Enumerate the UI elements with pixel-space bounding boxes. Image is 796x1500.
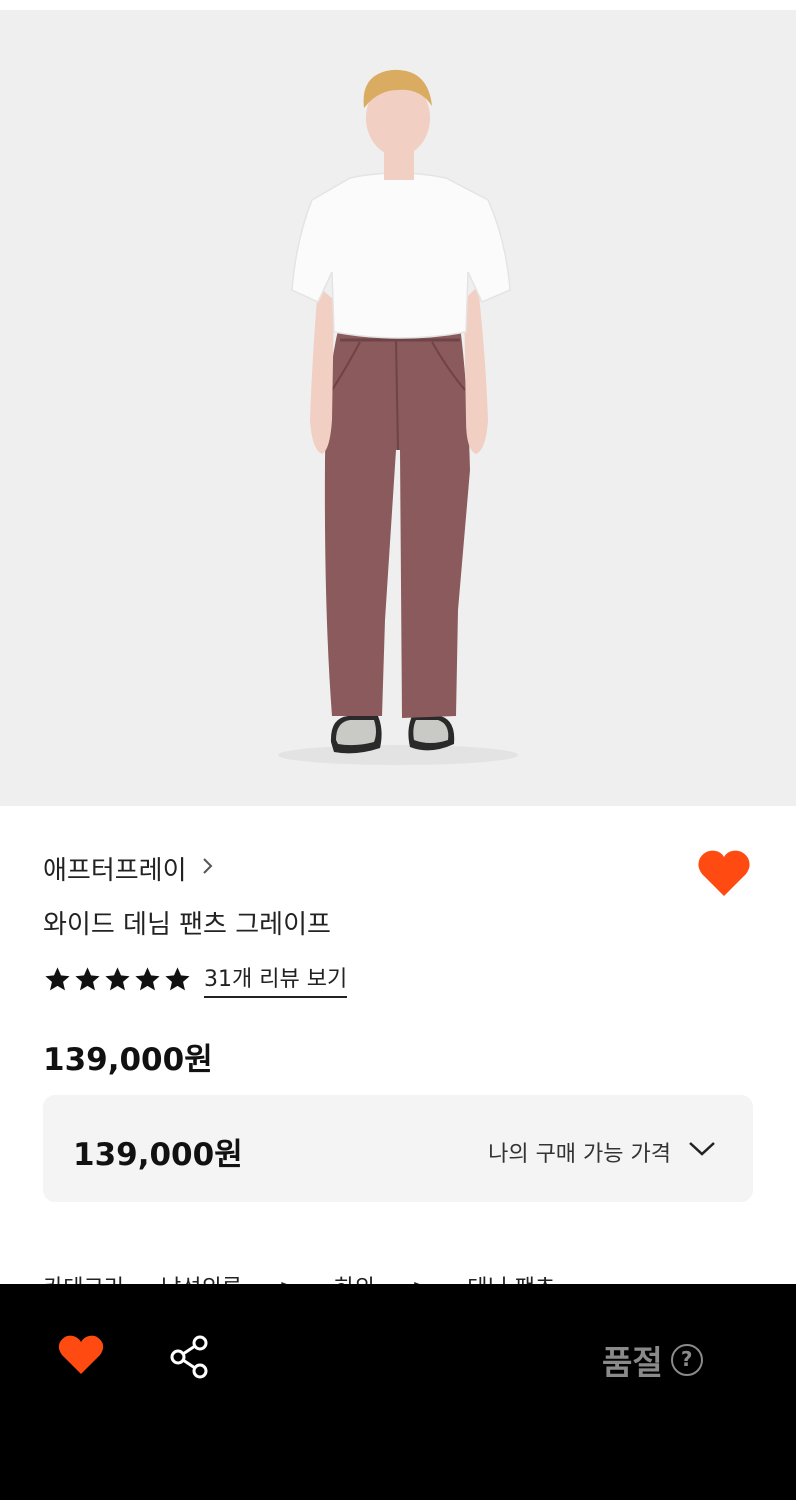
question-circle-icon[interactable]: ? [670,1344,703,1376]
share-button[interactable] [167,1334,213,1380]
wishlist-button[interactable] [694,844,754,904]
star-icon [135,967,160,991]
heart-icon [698,850,750,896]
soldout-button[interactable]: 품절 ? [602,1336,703,1384]
star-icon [75,967,100,991]
product-photo-illustration [0,10,796,806]
star-icon [105,967,130,991]
purchasable-price-label: 나의 구매 가능 가격 [488,1142,671,1167]
share-icon [170,1335,208,1379]
chevron-down-icon [689,1142,715,1156]
star-icon [165,967,190,991]
product-price: 139,000원 [43,1042,213,1078]
heart-icon [58,1335,104,1374]
product-image[interactable] [0,10,796,806]
wishlist-bar-button[interactable] [56,1333,106,1377]
chevron-right-icon [201,855,215,883]
purchasable-price: 139,000원 [73,1137,243,1173]
product-name: 와이드 데님 팬츠 그레이프 [43,910,331,940]
bottom-action-bar: 품절 ? [0,1284,796,1500]
brand-link[interactable]: 애프터프레이 [43,850,215,887]
product-info: 애프터프레이 와이드 데님 팬츠 그레이프 31개 리뷰 보기 139,000원… [0,806,796,1301]
soldout-label: 품절 [602,1343,663,1382]
star-rating [43,965,192,994]
review-link[interactable]: 31개 리뷰 보기 [204,961,348,998]
purchasable-price-toggle[interactable]: 139,000원 나의 구매 가능 가격 [43,1095,753,1202]
brand-name: 애프터프레이 [43,856,187,886]
rating-row: 31개 리뷰 보기 [43,961,348,998]
top-strip [0,0,796,10]
star-icon [45,967,70,991]
